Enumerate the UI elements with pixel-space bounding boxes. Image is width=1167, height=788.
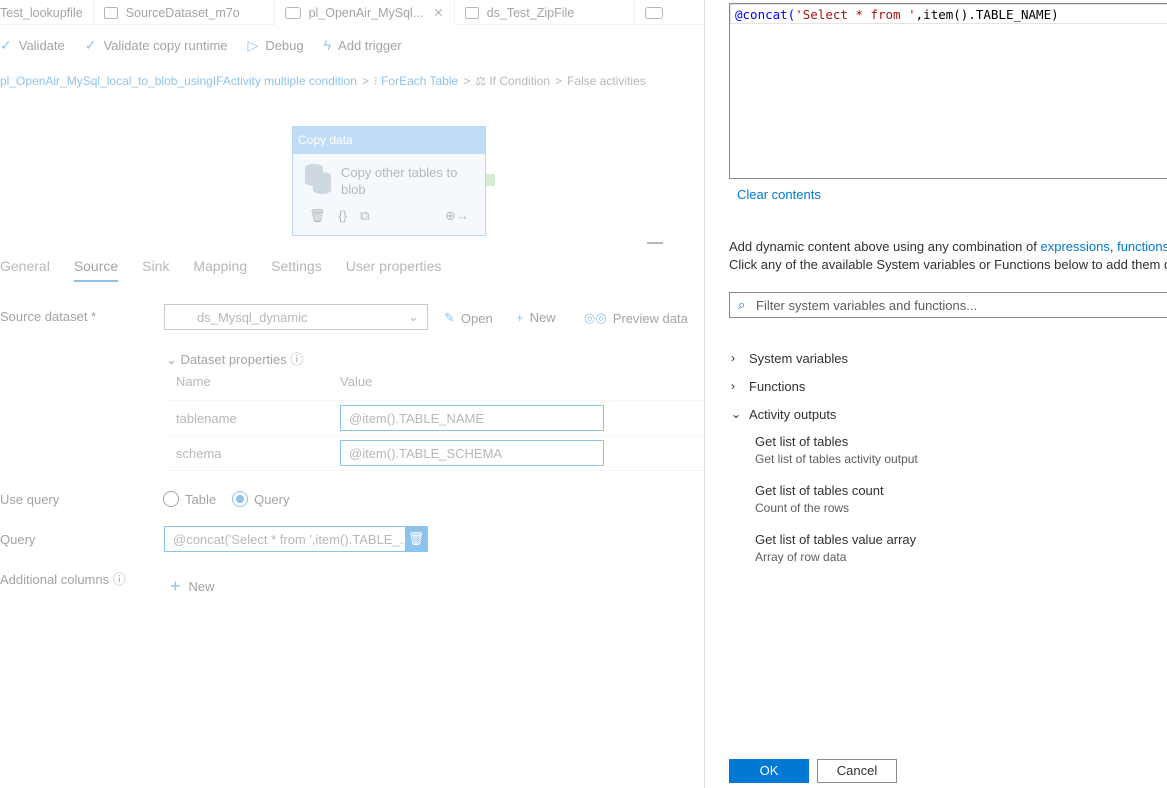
query-label: Query	[0, 532, 36, 547]
activity-title: Copy other tables to blob	[340, 165, 458, 197]
add-column-button[interactable]: + New	[170, 576, 215, 597]
ok-button[interactable]: OK	[729, 759, 809, 783]
success-connector-handle[interactable]	[486, 174, 495, 186]
pencil-icon: ✎	[444, 310, 455, 325]
activity-type-header: Copy data	[293, 127, 485, 154]
search-icon: ⌕	[738, 297, 746, 312]
delete-icon[interactable]: 🗑	[405, 527, 427, 551]
chevron-down-icon: ⌄	[408, 309, 419, 324]
breadcrumb: pl_OpenAir_MySql_local_to_blob_usingIFAc…	[0, 74, 646, 88]
lightning-icon: ϟ	[323, 37, 332, 53]
properties-tabs: General Source Sink Mapping Settings Use…	[0, 258, 465, 282]
breadcrumb-foreach[interactable]: ForEach Table	[381, 74, 458, 88]
activity-output-item[interactable]: Get list of tables count Count of the ro…	[755, 483, 884, 515]
tablename-value-input[interactable]: @item().TABLE_NAME	[340, 405, 604, 431]
tree-node-functions[interactable]: › Functions	[731, 372, 848, 400]
table-icon	[464, 6, 479, 19]
source-dataset-select[interactable]: ds_Mysql_dynamic ⌄	[164, 304, 428, 330]
open-dataset-button[interactable]: ✎ Open	[444, 310, 493, 326]
tab-settings[interactable]: Settings	[271, 258, 322, 282]
breadcrumb-pipeline[interactable]: pl_OpenAir_MySql_local_to_blob_usingIFAc…	[0, 74, 357, 88]
tab-label: SourceDataset_m7o	[125, 5, 240, 20]
pipeline-icon	[644, 6, 663, 19]
tab-source-dataset[interactable]: SourceDataset_m7o	[94, 0, 275, 25]
validate-button[interactable]: ✓ Validate	[0, 37, 65, 54]
copy-data-activity[interactable]: Copy data Copy other tables to blob 🗑 {}…	[292, 126, 486, 236]
additional-columns-label: Additional columns ⓘ	[0, 572, 126, 587]
document-tab-bar: Test_lookupfile SourceDataset_m7o pl_Ope…	[0, 0, 704, 25]
foreach-icon: ⁝	[373, 74, 378, 88]
radio-table[interactable]: Table	[163, 491, 216, 507]
delete-icon[interactable]: 🗑	[309, 208, 326, 224]
dynamic-content-panel: @concat('Select * from ',item().TABLE_NA…	[704, 0, 1167, 788]
clone-icon[interactable]: ⧉	[360, 208, 369, 224]
schema-value-input[interactable]: @item().TABLE_SCHEMA	[340, 440, 604, 466]
if-condition-icon: ⚖	[475, 74, 486, 88]
functions-link[interactable]: functions	[1117, 239, 1167, 254]
column-header-value: Value	[340, 374, 373, 389]
tab-pipeline[interactable]: pl_OpenAir_MySql... ✕	[274, 0, 455, 25]
play-icon: ▷	[247, 36, 259, 53]
chevron-down-icon: ⌄	[731, 407, 742, 421]
table-icon	[103, 6, 118, 19]
tab-source[interactable]: Source	[73, 258, 119, 282]
tab-test-lookupfile[interactable]: Test_lookupfile	[0, 0, 94, 25]
minimize-icon[interactable]	[647, 242, 663, 244]
dataset-properties-grid: Name Value tablename @item().TABLE_NAME sc…	[164, 374, 704, 471]
database-icon	[305, 164, 331, 194]
check-icon: ✓	[0, 36, 12, 53]
query-input[interactable]: @concat('Select * from ',item().TABLE_..…	[164, 526, 428, 552]
radio-query[interactable]: Query	[232, 491, 289, 507]
table-row: schema @item().TABLE_SCHEMA	[164, 436, 704, 471]
tab-label: ds_Test_ZipFile	[486, 5, 575, 20]
info-icon: ⓘ	[290, 352, 304, 367]
debug-button[interactable]: ▷ Debug	[248, 37, 304, 54]
clear-contents-link[interactable]: Clear contents	[737, 187, 821, 202]
chevron-down-icon: ⌄	[166, 352, 177, 367]
tab-sink[interactable]: Sink	[142, 258, 169, 282]
filter-input[interactable]: ⌕ Filter system variables and functions..…	[729, 292, 1167, 318]
function-tree: › System variables › Functions ⌄ Activity o…	[731, 344, 848, 428]
help-text: Add dynamic content above using any comb…	[729, 238, 1167, 274]
new-dataset-button[interactable]: + New	[516, 310, 556, 325]
breadcrumb-if-condition[interactable]: If Condition	[489, 74, 550, 88]
plus-icon: +	[516, 310, 524, 325]
source-dataset-label: Source dataset *	[0, 309, 97, 324]
pipeline-canvas-background: Test_lookupfile SourceDataset_m7o pl_Ope…	[0, 0, 704, 788]
code-icon[interactable]: {}	[338, 208, 347, 224]
expressions-link[interactable]: expressions	[1040, 239, 1109, 254]
pipeline-icon	[284, 6, 301, 19]
use-query-radio-group: Table Query	[163, 491, 305, 507]
tab-label: pl_OpenAir_MySql...	[308, 5, 424, 20]
use-query-label: Use query	[0, 492, 60, 507]
tree-node-system-variables[interactable]: › System variables	[731, 344, 848, 372]
tab-ds-test-zipfile[interactable]: ds_Test_ZipFile	[455, 0, 635, 25]
pipeline-toolbar: ✓ Validate ✓ Validate copy runtime ▷ Debug …	[0, 33, 422, 57]
column-header-name: Name	[176, 374, 211, 389]
breadcrumb-false-activities: False activities	[567, 74, 646, 88]
tab-user-properties[interactable]: User properties	[346, 258, 442, 282]
chevron-right-icon: ›	[731, 379, 735, 393]
activity-output-item[interactable]: Get list of tables Get list of tables ac…	[755, 434, 918, 466]
preview-data-button[interactable]: ◎◎ Preview data	[584, 310, 688, 326]
tree-node-activity-outputs[interactable]: ⌄ Activity outputs	[731, 400, 848, 428]
tab-mapping[interactable]: Mapping	[193, 258, 247, 282]
close-tab-icon[interactable]: ✕	[433, 5, 443, 20]
add-trigger-button[interactable]: ϟ Add trigger	[324, 37, 402, 53]
tab-general[interactable]: General	[0, 258, 50, 282]
plus-icon: +	[170, 576, 181, 596]
tab-label: Test_lookupfile	[0, 5, 83, 20]
tab-overflow[interactable]	[635, 0, 681, 25]
expression-editor[interactable]: @concat('Select * from ',item().TABLE_NA…	[729, 3, 1167, 179]
validate-copy-runtime-button[interactable]: ✓ Validate copy runtime	[85, 37, 228, 54]
check-icon: ✓	[84, 36, 97, 53]
cancel-button[interactable]: Cancel	[817, 759, 897, 783]
chevron-right-icon: ›	[731, 351, 735, 365]
info-icon: ⓘ	[112, 572, 126, 587]
dataset-properties-toggle[interactable]: ⌄ Dataset properties ⓘ	[166, 349, 303, 368]
activity-output-item[interactable]: Get list of tables value array Array of …	[755, 532, 916, 564]
table-row: tablename @item().TABLE_NAME	[164, 401, 704, 436]
glasses-icon: ◎◎	[584, 310, 607, 325]
add-output-icon[interactable]: ⊕→	[445, 208, 469, 224]
